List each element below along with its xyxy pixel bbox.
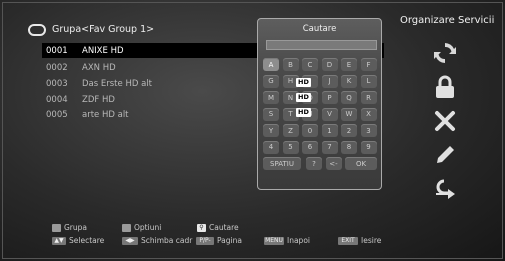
screen-frame xyxy=(2,2,503,259)
channel-row[interactable]: 0005 arte HD alt xyxy=(42,107,129,122)
channel-number: 0001 xyxy=(46,45,68,56)
key-j[interactable]: J xyxy=(321,74,338,88)
menu-key-chip: MENU xyxy=(264,236,284,245)
footer-green-hint: Optiuni xyxy=(122,223,161,232)
key-s[interactable]: S xyxy=(263,107,279,121)
key-5[interactable]: 5 xyxy=(282,140,299,154)
key-g[interactable]: G xyxy=(263,74,279,88)
footer-menu-hint: MENU Inapoi xyxy=(264,236,310,245)
channel-name: ANIXE HD xyxy=(82,45,124,56)
group-icon xyxy=(28,24,46,36)
red-key-icon xyxy=(52,223,61,232)
key-ok[interactable]: OK xyxy=(345,157,377,170)
key-question[interactable]: ? xyxy=(306,157,322,170)
page-key-chip: P/P- xyxy=(196,236,214,245)
channel-name: ZDF HD xyxy=(82,94,115,105)
key-k[interactable]: K xyxy=(341,74,357,88)
search-icon: ⚲ xyxy=(197,223,206,232)
edit-icon[interactable] xyxy=(432,142,458,168)
key-x[interactable]: X xyxy=(360,107,377,121)
keyboard-title: Cautare xyxy=(302,24,337,34)
footer-label: Selectare xyxy=(69,236,105,245)
key-p[interactable]: P xyxy=(321,91,338,104)
hd-badge: HD xyxy=(296,108,311,117)
footer-switch-hint: ◀▶ Schimba cadr xyxy=(122,236,192,245)
footer-page-hint: P/P- Pagina xyxy=(196,236,242,245)
key-y[interactable]: Y xyxy=(263,124,279,137)
footer-red-hint: Grupa xyxy=(52,223,87,232)
search-input[interactable] xyxy=(266,40,377,50)
channel-number: 0002 xyxy=(46,62,68,73)
channel-row[interactable]: 0004 ZDF HD xyxy=(42,92,115,107)
channel-number: 0004 xyxy=(46,94,68,105)
key-7[interactable]: 7 xyxy=(321,140,338,154)
hd-badge: HD xyxy=(296,78,311,87)
channel-name: Das Erste HD alt xyxy=(82,78,152,89)
footer-label: Optiuni xyxy=(134,223,162,232)
key-q[interactable]: Q xyxy=(341,91,357,104)
key-backspace[interactable]: <- xyxy=(325,157,342,170)
up-down-icon: ▲▼ xyxy=(52,236,66,245)
key-8[interactable]: 8 xyxy=(341,140,357,154)
exit-key-chip: EXIT xyxy=(338,236,358,245)
channel-row[interactable]: 0002 AXN HD xyxy=(42,60,116,75)
key-0[interactable]: 0 xyxy=(302,124,318,137)
key-r[interactable]: R xyxy=(360,91,377,104)
key-6[interactable]: 6 xyxy=(302,140,318,154)
footer-label: Inapoi xyxy=(287,236,310,245)
key-m[interactable]: M xyxy=(263,91,279,104)
channel-name: arte HD alt xyxy=(82,109,129,120)
channel-number: 0003 xyxy=(46,78,68,89)
search-keyboard: Cautare ABCDEFGHIJKLMNOPQRSTUVWXYZ012345… xyxy=(257,18,382,190)
delete-icon[interactable] xyxy=(432,108,458,134)
channel-name: AXN HD xyxy=(82,62,116,73)
panel-title: Organizare Servicii xyxy=(400,15,495,26)
key-w[interactable]: W xyxy=(341,107,357,121)
key-e[interactable]: E xyxy=(341,58,357,71)
group-title: Grupa<Fav Group 1> xyxy=(52,24,155,35)
footer-label: Iesire xyxy=(361,236,382,245)
channel-number: 0005 xyxy=(46,109,68,120)
footer-select-hint: ▲▼ Selectare xyxy=(52,236,104,245)
refresh-icon[interactable] xyxy=(432,40,458,66)
key-space[interactable]: SPATIU xyxy=(263,157,301,170)
key-d[interactable]: D xyxy=(321,58,338,71)
channel-row[interactable]: 0003 Das Erste HD alt xyxy=(42,76,152,91)
key-f[interactable]: F xyxy=(360,58,377,71)
key-l[interactable]: L xyxy=(360,74,377,88)
footer-label: Cautare xyxy=(209,223,239,232)
footer-label: Schimba cadr xyxy=(141,236,193,245)
key-v[interactable]: V xyxy=(321,107,338,121)
key-9[interactable]: 9 xyxy=(360,140,377,154)
footer-label: Grupa xyxy=(64,223,88,232)
key-b[interactable]: B xyxy=(282,58,299,71)
key-2[interactable]: 2 xyxy=(341,124,357,137)
key-3[interactable]: 3 xyxy=(360,124,377,137)
lock-icon[interactable] xyxy=(432,74,458,100)
key-1[interactable]: 1 xyxy=(321,124,338,137)
key-z[interactable]: Z xyxy=(282,124,299,137)
move-icon[interactable] xyxy=(432,175,458,201)
footer-search-hint: ⚲ Cautare xyxy=(197,223,239,232)
key-a[interactable]: A xyxy=(263,58,279,71)
left-right-icon: ◀▶ xyxy=(122,236,138,245)
key-c[interactable]: C xyxy=(302,58,318,71)
hd-badge: HD xyxy=(296,93,311,102)
footer-label: Pagina xyxy=(217,236,242,245)
green-key-icon xyxy=(122,223,131,232)
footer-exit-hint: EXIT Iesire xyxy=(338,236,381,245)
key-4[interactable]: 4 xyxy=(263,140,279,154)
